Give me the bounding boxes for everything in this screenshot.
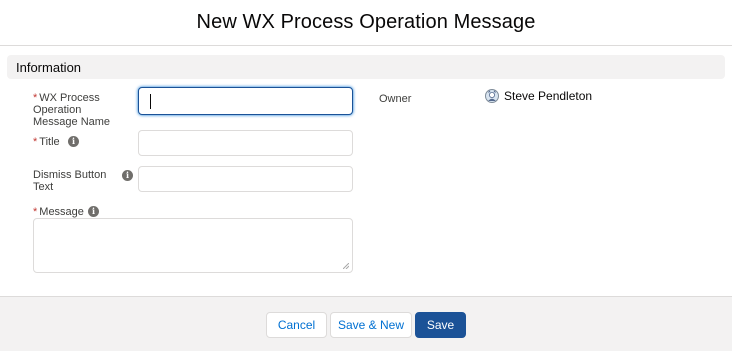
section-title: Information	[16, 59, 82, 75]
message-help-info-icon[interactable]: i	[88, 206, 99, 217]
dismiss-help-info-icon[interactable]: i	[122, 170, 133, 181]
owner-value: Steve Pendleton	[485, 89, 592, 103]
user-avatar-icon	[485, 89, 499, 103]
owner-name-link[interactable]: Steve Pendleton	[504, 89, 592, 103]
section-header-information[interactable]: Information	[7, 55, 725, 79]
required-marker: *	[33, 136, 38, 148]
name-field-label: * WX Process Operation Message Name	[33, 92, 128, 128]
title-help-info-icon[interactable]: i	[68, 136, 79, 147]
dismiss-field-label: Dismiss Button Text	[33, 169, 107, 193]
dismiss-button-text-input[interactable]	[138, 166, 353, 192]
title-input[interactable]	[138, 130, 353, 156]
name-input[interactable]	[138, 87, 353, 115]
owner-label: Owner	[379, 93, 412, 105]
save-and-new-button[interactable]: Save & New	[330, 312, 412, 338]
required-marker: *	[33, 206, 38, 218]
modal-header: New WX Process Operation Message	[0, 0, 732, 46]
resize-grip-icon[interactable]	[343, 263, 349, 269]
message-label-text: Message	[39, 206, 84, 218]
text-caret	[150, 94, 151, 109]
message-field-label: * Message	[33, 206, 84, 218]
save-button[interactable]: Save	[415, 312, 466, 338]
required-marker: *	[33, 92, 38, 104]
title-label-text: Title	[39, 136, 60, 148]
modal-title: New WX Process Operation Message	[196, 11, 536, 33]
message-textarea[interactable]	[33, 218, 353, 273]
cancel-button[interactable]: Cancel	[266, 312, 327, 338]
title-field-label: * Title	[33, 136, 60, 148]
modal-footer: Cancel Save & New Save	[0, 296, 732, 351]
name-label-text: WX Process Operation Message Name	[33, 92, 111, 128]
